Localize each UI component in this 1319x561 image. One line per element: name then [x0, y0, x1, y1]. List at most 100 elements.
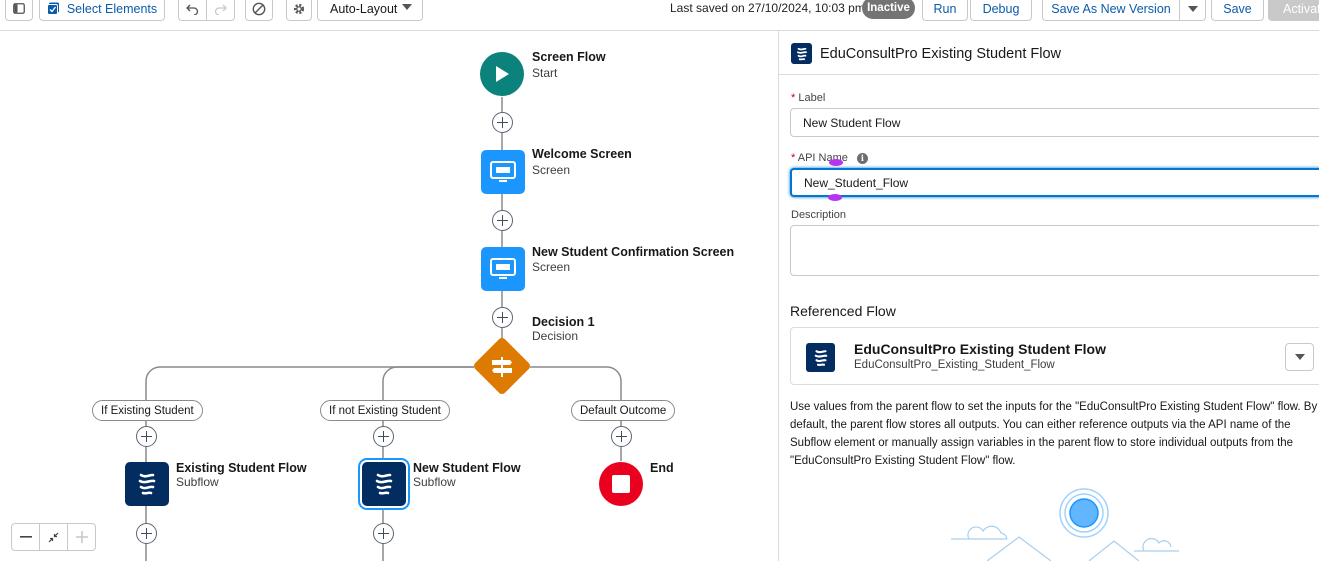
subflow-icon [138, 473, 156, 495]
cursor-marker [828, 194, 842, 201]
new-subflow-title: New Student Flow [413, 461, 521, 475]
plus-icon [75, 531, 88, 543]
subflow-icon [791, 43, 812, 64]
activate-button[interactable]: Activate [1268, 0, 1319, 21]
api-name-input[interactable]: New_Student_Flow [790, 168, 1319, 197]
redo-icon [214, 4, 227, 15]
confirmation-screen-subtitle: Screen [532, 260, 571, 274]
illustration [951, 488, 1179, 561]
save-button[interactable]: Save [1211, 0, 1264, 21]
save-as-new-version-button[interactable]: Save As New Version [1042, 0, 1180, 21]
play-icon [496, 66, 509, 82]
add-element-button[interactable] [492, 307, 513, 328]
gear-icon [293, 3, 305, 14]
label-field-label: * Label [791, 92, 825, 104]
referenced-flow-heading: Referenced Flow [790, 303, 896, 319]
select-elements-button[interactable]: Select Elements [39, 0, 165, 21]
minus-icon [19, 536, 32, 538]
add-element-button[interactable] [492, 112, 513, 133]
outcome-existing-student[interactable]: If Existing Student [92, 400, 203, 421]
outcome-not-existing-student[interactable]: If not Existing Student [320, 400, 450, 421]
label-input-value: New Student Flow [803, 115, 901, 130]
add-element-button[interactable] [611, 426, 632, 447]
fit-view-button[interactable] [40, 524, 68, 550]
auto-layout-select[interactable]: Auto-Layout [317, 0, 423, 21]
help-text: Use values from the parent flow to set t… [790, 401, 1318, 467]
existing-student-subflow-node[interactable] [125, 462, 169, 506]
undo-button[interactable] [178, 0, 207, 21]
label-field-label-text: Label [798, 92, 826, 104]
add-element-button[interactable] [373, 523, 394, 544]
referenced-flow-name: EduConsultPro Existing Student Flow [854, 341, 1106, 357]
panel-title: EduConsultPro Existing Student Flow [820, 46, 1061, 62]
subflow-icon [375, 473, 393, 495]
decision-icon [492, 357, 512, 377]
status-badge: Inactive [862, 0, 915, 19]
start-node-subtitle: Start [532, 66, 558, 80]
existing-subflow-subtitle: Subflow [176, 475, 219, 489]
referenced-flow-api-name: EduConsultPro_Existing_Student_Flow [854, 359, 1055, 371]
debug-label: Debug [982, 1, 1020, 16]
save-as-new-version-label: Save As New Version [1051, 1, 1171, 16]
new-student-subflow-node[interactable] [362, 462, 406, 506]
debug-button[interactable]: Debug [970, 0, 1032, 21]
referenced-flow-menu-button[interactable] [1285, 343, 1314, 371]
welcome-screen-node[interactable] [481, 150, 525, 194]
collapse-icon [48, 532, 59, 542]
screen-icon [490, 161, 516, 182]
api-name-input-value: New_Student_Flow [804, 175, 909, 190]
flow-canvas[interactable]: Screen Flow Start Welcome Screen Screen … [0, 31, 778, 561]
auto-layout-label: Auto-Layout [330, 1, 398, 16]
chevron-down-icon [402, 4, 412, 10]
outcome-default[interactable]: Default Outcome [571, 400, 676, 421]
settings-button[interactable] [286, 0, 312, 21]
cursor-marker [829, 159, 843, 166]
decision-subtitle: Decision [532, 329, 579, 343]
toggle-panel-button[interactable] [5, 0, 33, 21]
screen-icon [490, 258, 516, 279]
run-button[interactable]: Run [922, 0, 968, 21]
welcome-screen-subtitle: Screen [532, 163, 571, 177]
subflow-icon [806, 343, 835, 372]
end-node[interactable] [599, 462, 643, 506]
info-icon[interactable]: i [856, 152, 868, 164]
end-title: End [650, 461, 674, 475]
save-options-dropdown[interactable] [1179, 0, 1206, 21]
check-errors-button[interactable] [245, 0, 273, 21]
stop-icon [612, 475, 630, 493]
confirmation-screen-node[interactable] [481, 247, 525, 291]
existing-subflow-title: Existing Student Flow [176, 461, 307, 475]
confirmation-screen-title: New Student Confirmation Screen [532, 245, 735, 259]
welcome-screen-title: Welcome Screen [532, 147, 632, 161]
add-element-button[interactable] [136, 426, 157, 447]
add-element-button[interactable] [373, 426, 394, 447]
decision-title: Decision 1 [532, 315, 595, 329]
chevron-down-icon [1294, 354, 1305, 360]
zoom-controls [11, 523, 96, 551]
error-check-icon [252, 2, 266, 15]
last-saved-text: Last saved on 27/10/2024, 10:03 pm [670, 1, 865, 15]
activate-label: Activate [1283, 1, 1319, 16]
zoom-out-button[interactable] [12, 524, 40, 550]
description-field-label: Description [791, 209, 847, 221]
run-label: Run [933, 1, 957, 16]
add-element-button[interactable] [136, 523, 157, 544]
label-input[interactable]: New Student Flow [790, 108, 1319, 137]
properties-panel: EduConsultPro Existing Student Flow * La… [778, 31, 1319, 561]
required-marker: * [791, 92, 796, 104]
toolbar: Select Elements Auto-Layout Last saved o… [0, 0, 1319, 31]
panel-toggle-icon [13, 3, 25, 14]
save-label: Save [1223, 1, 1252, 16]
panel-header: EduConsultPro Existing Student Flow [779, 31, 1319, 75]
select-elements-label: Select Elements [66, 1, 158, 16]
new-subflow-subtitle: Subflow [413, 475, 456, 489]
referenced-flow-card: EduConsultPro Existing Student Flow EduC… [790, 327, 1319, 385]
description-textarea[interactable] [790, 225, 1319, 276]
redo-button[interactable] [206, 0, 235, 21]
start-node-title: Screen Flow [532, 50, 606, 64]
undo-icon [186, 4, 199, 15]
chevron-down-icon [1187, 5, 1198, 12]
zoom-in-button[interactable] [68, 524, 95, 550]
add-element-button[interactable] [492, 210, 513, 231]
start-node[interactable] [480, 52, 524, 96]
